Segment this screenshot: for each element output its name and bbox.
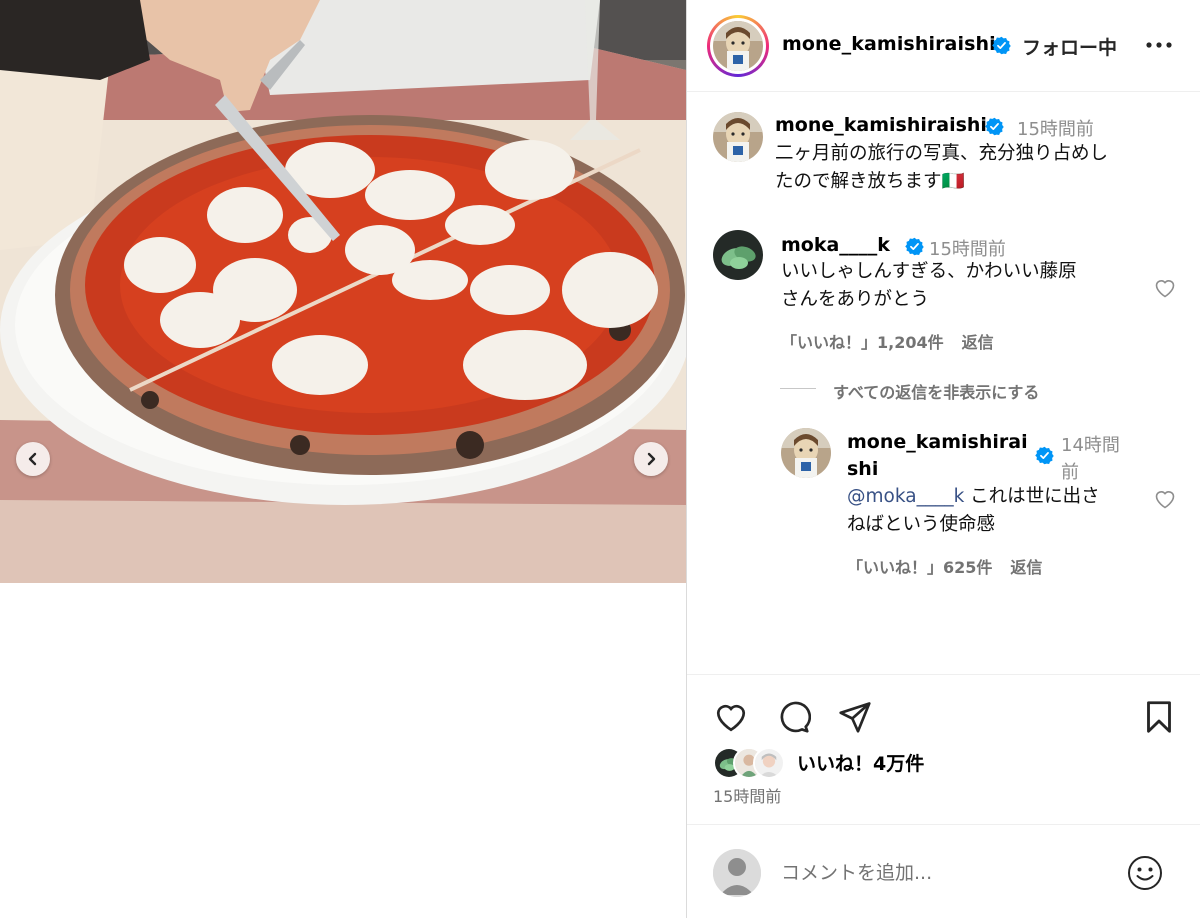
chevron-right-icon bbox=[647, 452, 656, 466]
post-media-area bbox=[0, 0, 686, 918]
likers-avatars[interactable] bbox=[713, 747, 793, 779]
reply-text-line-2: ねばという使命感 bbox=[847, 514, 996, 535]
reply-mention-link[interactable]: @moka____k bbox=[847, 486, 964, 507]
comment-like-heart-icon[interactable] bbox=[1153, 276, 1177, 300]
reply-username-line-2[interactable]: shi bbox=[847, 458, 878, 480]
author-username[interactable]: mone_kamishiraishi bbox=[782, 33, 996, 55]
emoji-smiley-icon[interactable] bbox=[1127, 855, 1163, 891]
comment-text-line-1: いいしゃしんすぎる、かわいい藤原 bbox=[781, 261, 1077, 282]
author-story-avatar[interactable] bbox=[707, 15, 769, 77]
carousel-next-button[interactable] bbox=[634, 442, 668, 476]
reply-meta: 「いいね！」625件 返信 bbox=[847, 554, 1060, 578]
reply-timestamp-line-2[interactable]: 前 bbox=[1061, 458, 1079, 484]
verified-badge-icon bbox=[905, 237, 924, 256]
verified-badge-icon bbox=[1035, 446, 1054, 465]
reply-reply-button[interactable]: 返信 bbox=[1010, 558, 1042, 577]
like-heart-icon[interactable] bbox=[713, 699, 749, 735]
comments-list: mone_kamishiraishi 15時間前 二ヶ月前の旅行の写真、充分独り… bbox=[687, 92, 1200, 672]
commenter-avatar[interactable] bbox=[713, 230, 763, 280]
chevron-left-icon bbox=[28, 452, 37, 466]
comment-text-line-2: さんをありがとう bbox=[781, 289, 930, 310]
post-timestamp[interactable]: 15時間前 bbox=[713, 783, 781, 807]
reply-username-line-1[interactable]: mone_kamishirai bbox=[847, 431, 1028, 453]
comment-like-count[interactable]: 「いいね！」1,204件 bbox=[781, 333, 944, 352]
comment-reply-button[interactable]: 返信 bbox=[962, 333, 994, 352]
reply-like-heart-icon[interactable] bbox=[1153, 487, 1177, 511]
reply-timestamp-line-1[interactable]: 14時間 bbox=[1061, 431, 1120, 457]
comment-username[interactable]: moka____k bbox=[781, 234, 890, 256]
carousel-prev-button[interactable] bbox=[16, 442, 50, 476]
liker-avatar-3 bbox=[753, 747, 785, 779]
current-user-avatar bbox=[713, 849, 761, 897]
save-bookmark-icon[interactable] bbox=[1141, 699, 1177, 735]
caption-author-avatar[interactable] bbox=[713, 112, 763, 162]
post-actions-bar: いいね！4万件 15時間前 bbox=[687, 674, 1200, 824]
caption-text-line-1: 二ヶ月前の旅行の写真、充分独り占めし bbox=[775, 143, 1109, 164]
reply-text-line-1: @moka____k これは世に出さ bbox=[847, 483, 1100, 511]
post-side-panel: mone_kamishiraishi フォロー中 mone_kamishirai… bbox=[686, 0, 1200, 918]
reply-text-part: これは世に出さ bbox=[964, 486, 1100, 507]
reply-like-count[interactable]: 「いいね！」625件 bbox=[847, 558, 992, 577]
instagram-post-view: mone_kamishiraishi フォロー中 mone_kamishirai… bbox=[0, 0, 1200, 918]
more-options-icon[interactable] bbox=[1145, 35, 1173, 55]
share-paper-plane-icon[interactable] bbox=[837, 699, 873, 735]
add-comment-bar bbox=[687, 824, 1200, 918]
comment-input[interactable] bbox=[781, 855, 1111, 891]
comment-meta: 「いいね！」1,204件 返信 bbox=[781, 329, 1012, 353]
caption-timestamp[interactable]: 15時間前 bbox=[1017, 115, 1094, 141]
post-header: mone_kamishiraishi フォロー中 bbox=[687, 0, 1200, 92]
following-button[interactable]: フォロー中 bbox=[1022, 33, 1117, 60]
comment-bubble-icon[interactable] bbox=[775, 699, 811, 735]
caption-username[interactable]: mone_kamishiraishi bbox=[775, 114, 987, 136]
verified-badge-icon bbox=[992, 36, 1011, 55]
caption-text-line-2: たので解き放ちます🇮🇹 bbox=[775, 171, 965, 192]
likes-count[interactable]: いいね！4万件 bbox=[797, 749, 924, 776]
hide-replies-button[interactable]: すべての返信を非表示にする bbox=[833, 379, 1039, 403]
verified-badge-icon bbox=[985, 117, 1004, 136]
replies-divider-line bbox=[780, 388, 816, 389]
reply-author-avatar[interactable] bbox=[781, 428, 831, 478]
post-photo-pizza[interactable] bbox=[0, 0, 686, 583]
author-avatar-image bbox=[713, 21, 763, 71]
